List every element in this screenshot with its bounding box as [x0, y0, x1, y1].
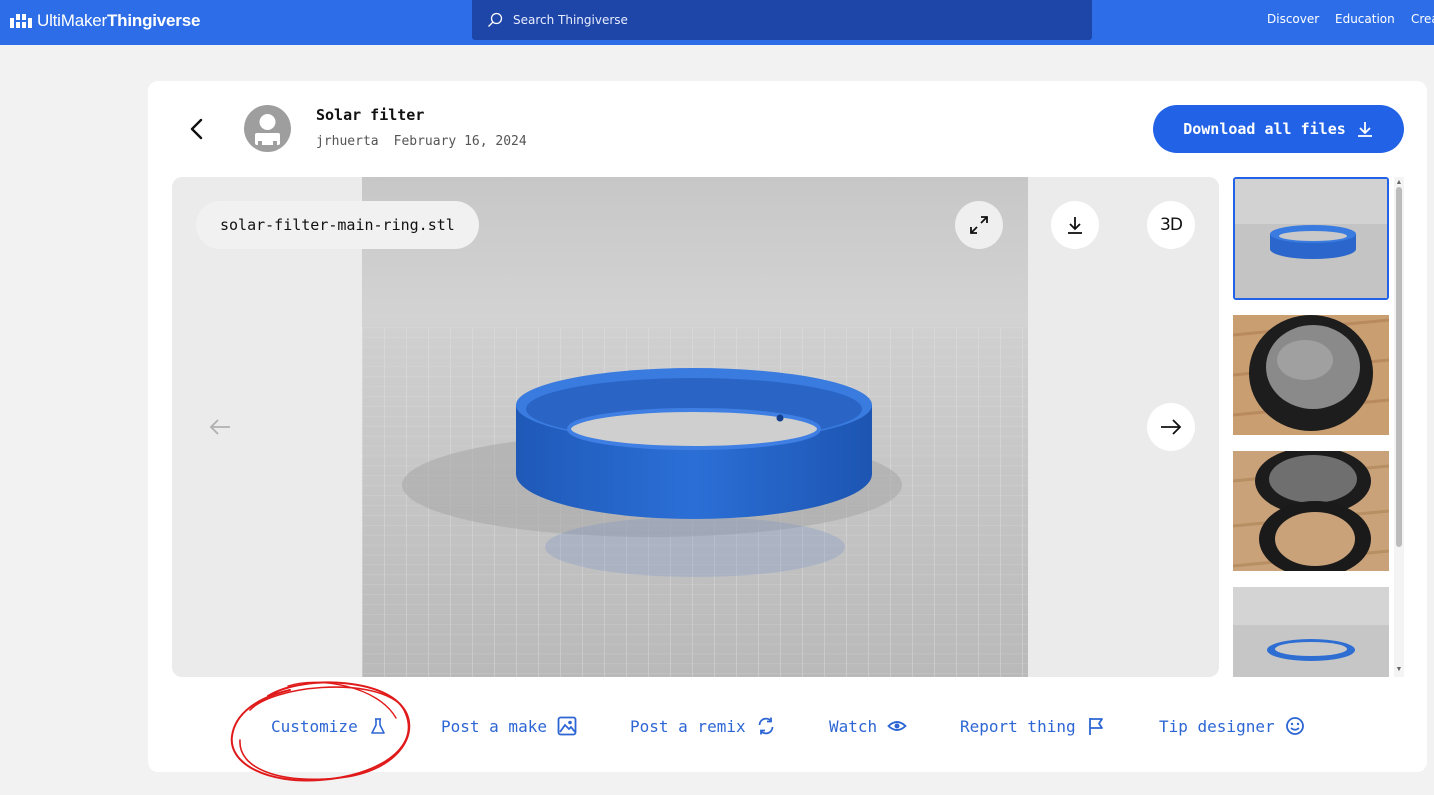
- download-icon: [1068, 217, 1082, 234]
- ring-render-thumb: [1235, 179, 1387, 298]
- customize-button[interactable]: Customize: [271, 714, 388, 738]
- image-icon: [557, 716, 577, 736]
- smiley-icon: [1285, 717, 1304, 735]
- author-link[interactable]: jrhuerta: [316, 134, 379, 149]
- publish-date: February 16, 2024: [393, 134, 527, 149]
- report-thing-button[interactable]: Report thing: [960, 714, 1106, 738]
- model-viewer[interactable]: [172, 177, 1219, 677]
- 3d-view-button[interactable]: 3D: [1147, 201, 1195, 249]
- previous-button[interactable]: [196, 403, 244, 451]
- arrow-right-icon: [1161, 419, 1182, 435]
- next-button[interactable]: [1147, 403, 1195, 451]
- filter-photo-thumb: [1233, 315, 1389, 435]
- report-thing-label: Report thing: [960, 716, 1076, 736]
- thumbnail-scrollbar[interactable]: ▲ ▼: [1394, 177, 1404, 677]
- thing-title: Solar filter: [316, 106, 425, 124]
- user-silhouette-icon: [255, 114, 280, 152]
- flat-ring-render-thumb: [1233, 587, 1389, 677]
- arrow-left-icon: [209, 419, 230, 435]
- tip-designer-label: Tip designer: [1159, 716, 1275, 736]
- scroll-down-arrow-icon[interactable]: ▼: [1394, 666, 1404, 674]
- customize-label: Customize: [271, 716, 358, 736]
- back-arrow-icon[interactable]: [186, 116, 208, 142]
- scroll-up-arrow-icon[interactable]: ▲: [1394, 179, 1404, 187]
- parts-photo-thumb: [1233, 451, 1389, 571]
- nav-education[interactable]: Education: [1335, 12, 1395, 26]
- flask-icon: [370, 718, 385, 734]
- remix-icon: [758, 717, 773, 735]
- logo-product-text: Thingiverse: [107, 11, 201, 30]
- file-name-pill: solar-filter-main-ring.stl: [196, 201, 479, 249]
- thumbnail-parts-photo[interactable]: [1233, 451, 1389, 571]
- nav-discover[interactable]: Discover: [1267, 12, 1319, 26]
- logo[interactable]: UltiMaker Thingiverse: [10, 10, 200, 32]
- author-avatar[interactable]: [244, 105, 291, 152]
- nav-create[interactable]: Crea: [1411, 12, 1434, 26]
- download-file-button[interactable]: [1051, 201, 1099, 249]
- download-all-button[interactable]: Download all files: [1153, 105, 1404, 153]
- model-render-image: [362, 177, 1028, 677]
- flag-icon: [1088, 718, 1103, 735]
- search-input[interactable]: [513, 13, 1073, 27]
- thumbnail-flat-ring-render[interactable]: [1233, 587, 1389, 677]
- search-bar[interactable]: [472, 0, 1092, 40]
- fullscreen-button[interactable]: [955, 201, 1003, 249]
- post-make-label: Post a make: [441, 716, 547, 736]
- watch-button[interactable]: Watch: [829, 714, 907, 738]
- search-icon: [488, 12, 503, 27]
- thumbnail-filter-photo[interactable]: [1233, 315, 1389, 435]
- expand-icon: [970, 216, 988, 234]
- ultimaker-logo-icon: [10, 14, 32, 28]
- scrollbar-thumb[interactable]: [1396, 187, 1402, 547]
- post-make-button[interactable]: Post a make: [441, 714, 577, 738]
- top-bar: UltiMaker Thingiverse Discover Education…: [0, 0, 1434, 45]
- thumbnail-ring-render[interactable]: [1233, 177, 1389, 300]
- download-icon: [1357, 122, 1372, 137]
- post-remix-label: Post a remix: [630, 716, 746, 736]
- download-all-label: Download all files: [1183, 120, 1346, 138]
- watch-label: Watch: [829, 716, 878, 736]
- thing-meta: jrhuerta February 16, 2024: [316, 134, 527, 149]
- tip-designer-button[interactable]: Tip designer: [1159, 714, 1305, 738]
- post-remix-button[interactable]: Post a remix: [630, 714, 776, 738]
- eye-icon: [887, 721, 907, 731]
- logo-brand-text: UltiMaker: [37, 11, 107, 30]
